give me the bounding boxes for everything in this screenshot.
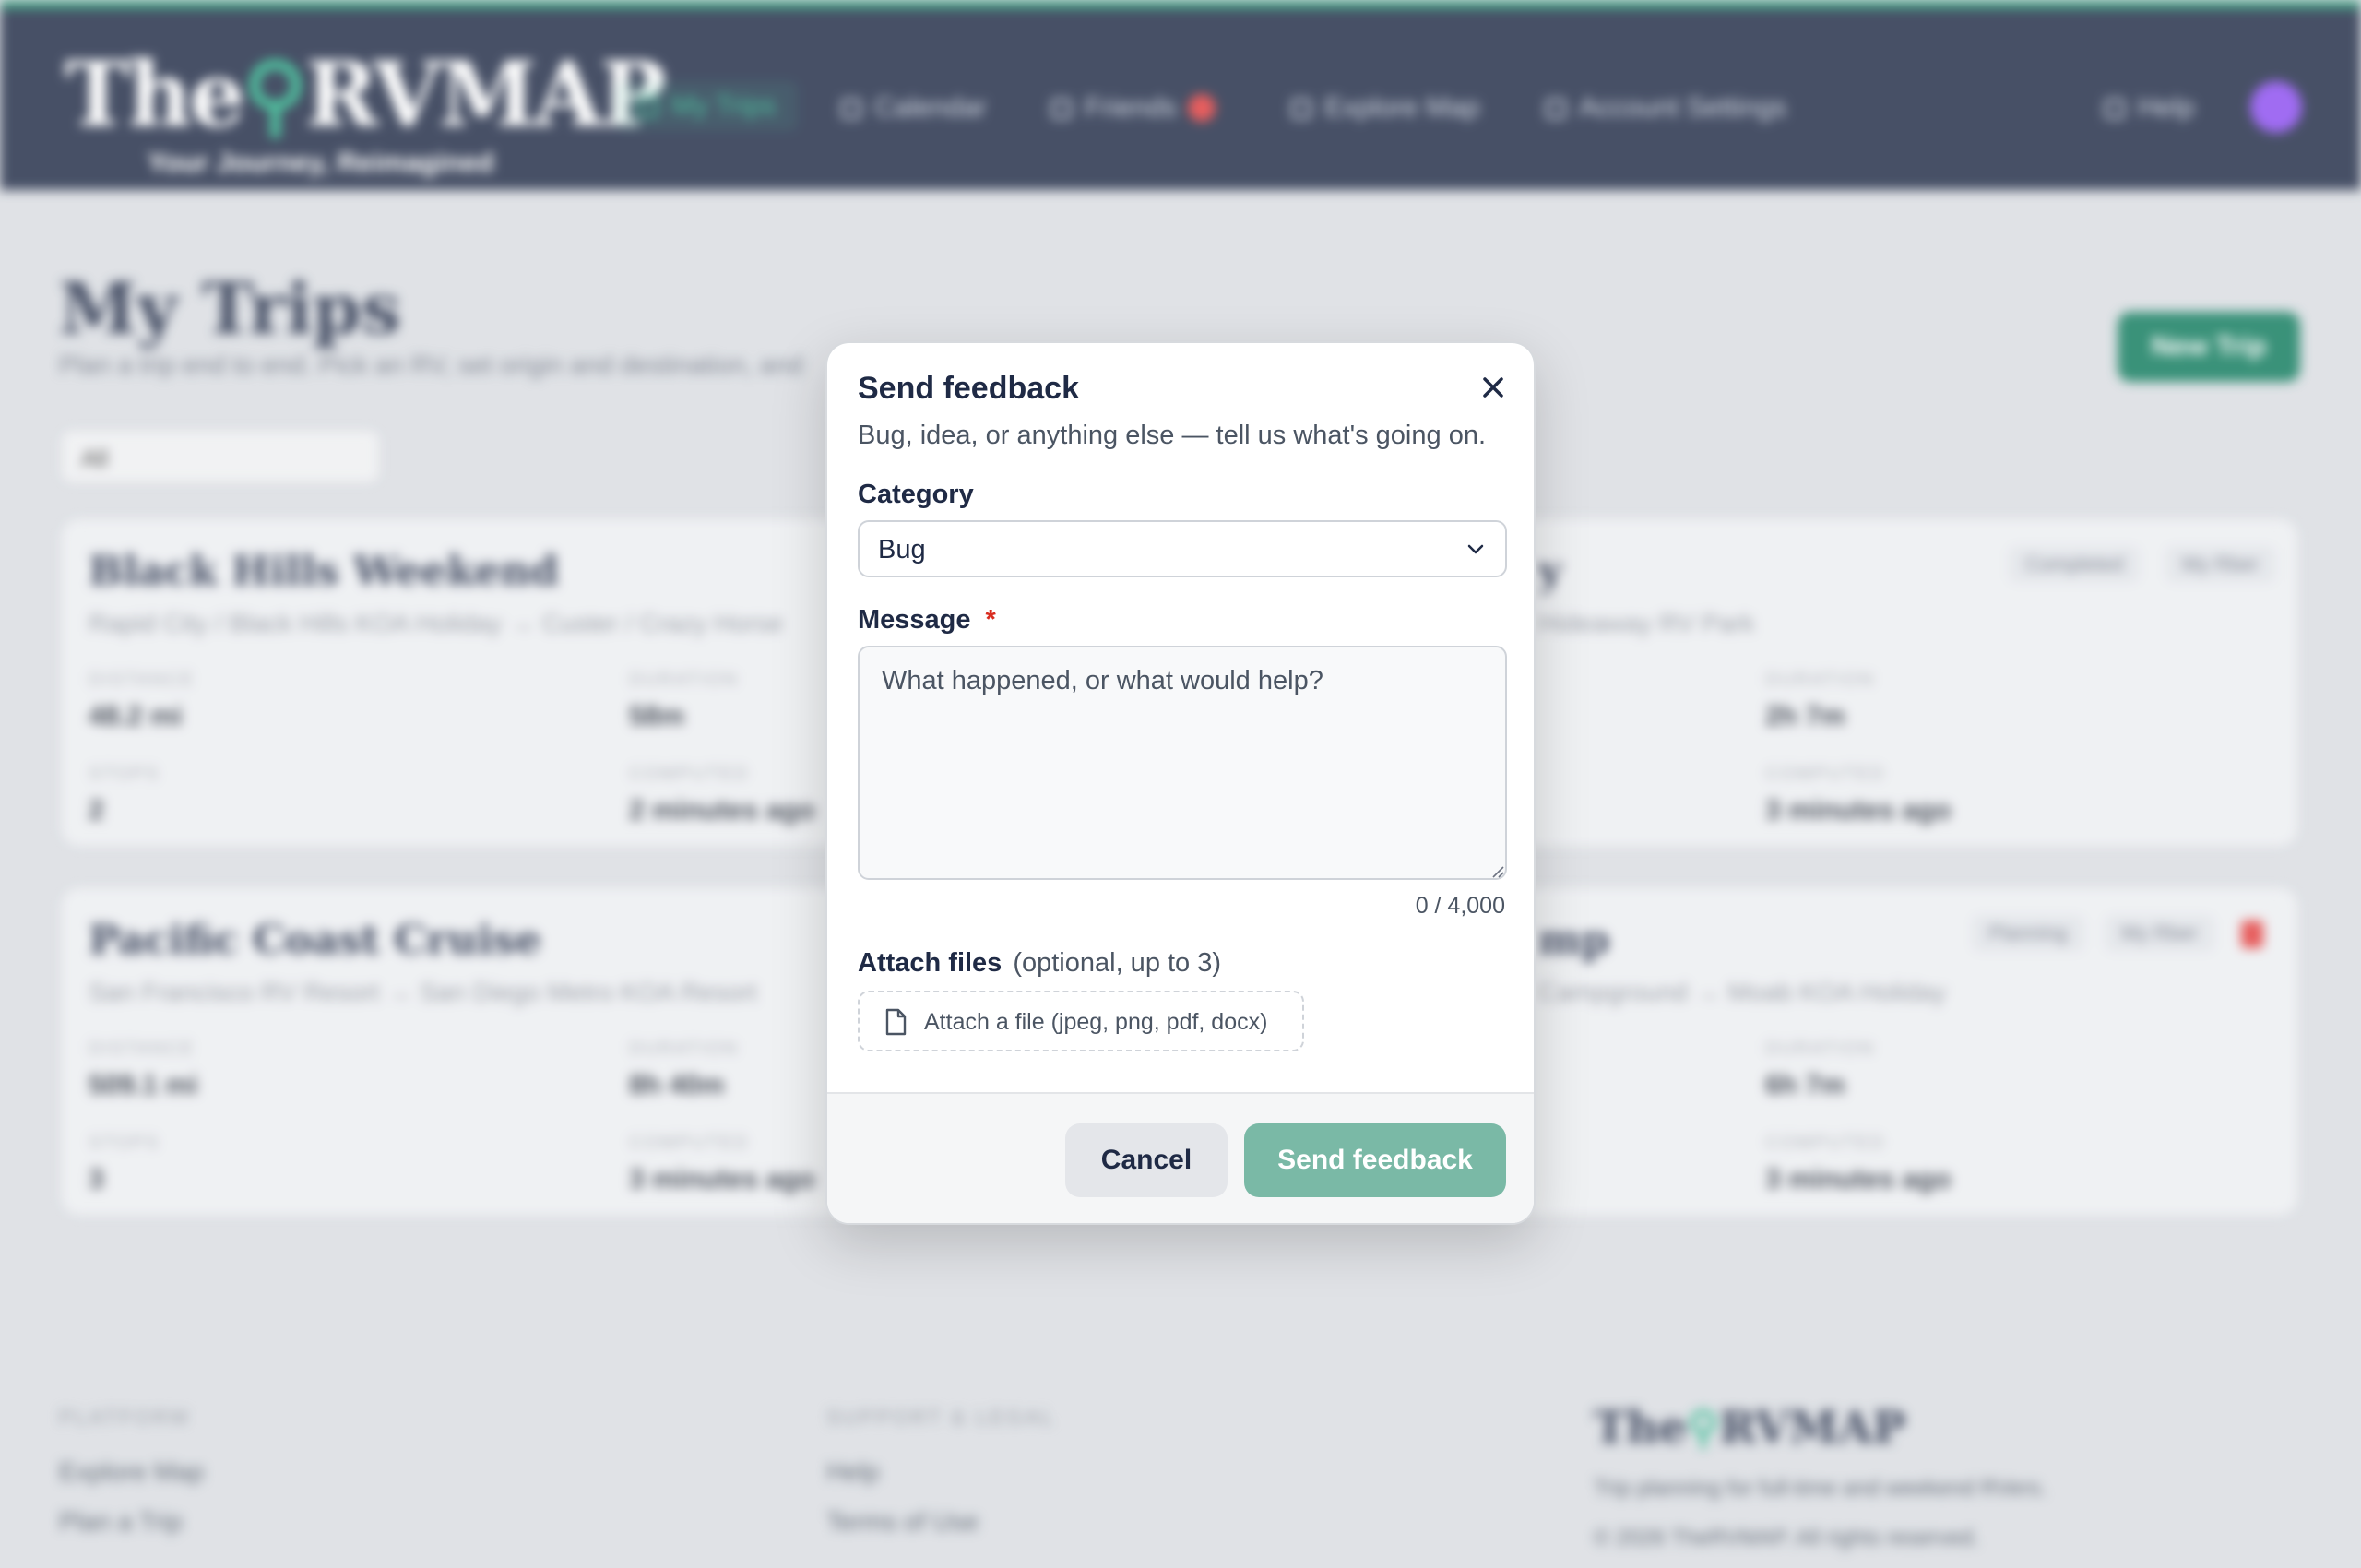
attach-file-button[interactable]: Attach a file (jpeg, png, pdf, docx): [858, 991, 1304, 1051]
dialog-footer: Cancel Send feedback: [827, 1092, 1534, 1223]
category-label: Category: [858, 480, 974, 509]
cancel-button[interactable]: Cancel: [1065, 1123, 1228, 1197]
file-icon: [885, 1008, 907, 1036]
attach-files-label: Attach files (optional, up to 3): [858, 948, 1222, 978]
chevron-down-icon: [1467, 544, 1484, 554]
message-label: Message *: [858, 605, 996, 635]
category-selected-value: Bug: [878, 535, 926, 564]
send-feedback-button[interactable]: Send feedback: [1244, 1123, 1506, 1197]
resize-handle-icon[interactable]: [1489, 863, 1504, 878]
category-select[interactable]: Bug: [858, 520, 1507, 577]
close-button[interactable]: [1473, 367, 1513, 408]
feedback-dialog: Send feedback Bug, idea, or anything els…: [825, 341, 1536, 1225]
attach-file-button-label: Attach a file (jpeg, png, pdf, docx): [924, 1009, 1268, 1035]
character-counter: 0 / 4,000: [1415, 893, 1505, 919]
message-textarea[interactable]: [858, 646, 1507, 880]
dialog-subtitle: Bug, idea, or anything else — tell us wh…: [858, 421, 1487, 450]
close-icon: [1483, 377, 1503, 398]
dialog-title: Send feedback: [858, 371, 1079, 406]
required-asterisk: *: [985, 605, 996, 635]
